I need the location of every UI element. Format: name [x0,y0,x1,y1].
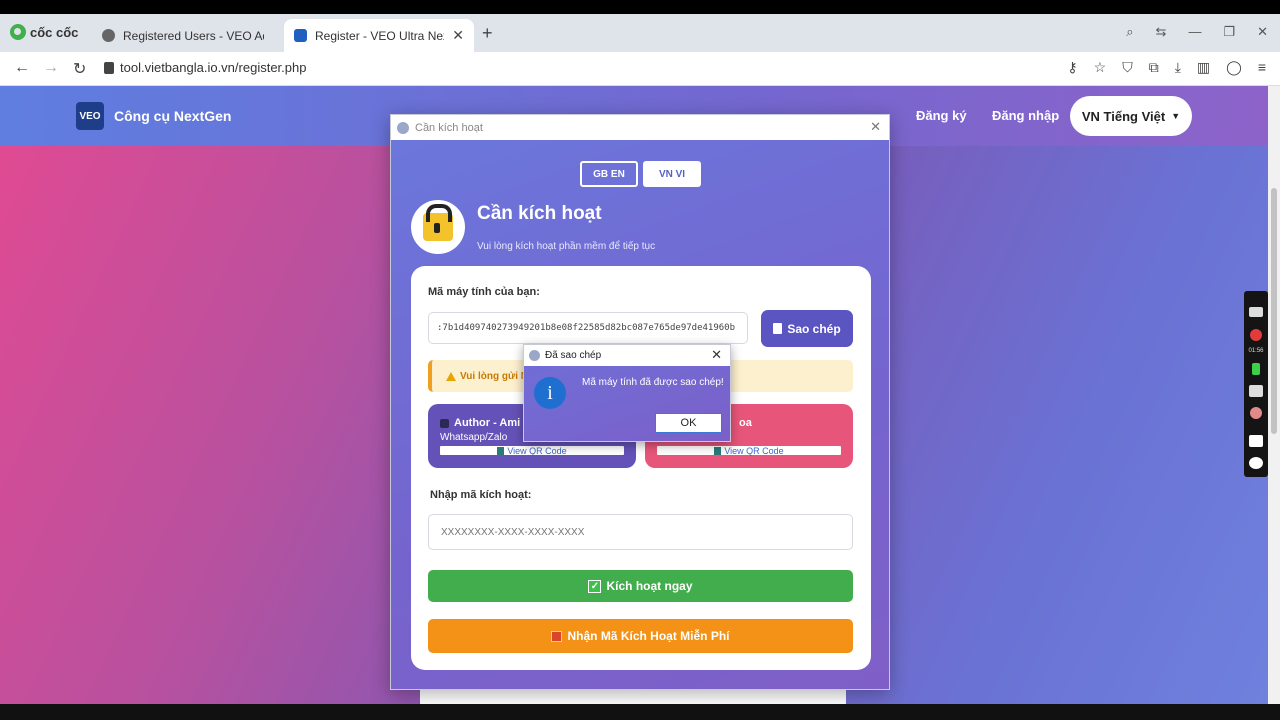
app-icon [397,121,409,134]
close-icon[interactable]: ✕ [711,347,722,363]
page-scrollbar[interactable] [1268,86,1280,704]
speaker-icon[interactable] [1249,385,1263,397]
coccoc-logo-icon [10,24,26,40]
clipboard-icon [773,323,783,334]
view-qr-button[interactable]: View QR Code [657,445,841,456]
activation-code-input[interactable] [428,514,853,550]
contact-icon [440,418,449,428]
forward-icon[interactable]: → [43,59,59,77]
close-tab-icon[interactable]: ✕ [452,27,464,44]
back-history-icon[interactable]: ⇆ [1156,24,1167,40]
machine-id-field[interactable]: :7b1d409740273949201b8e08f22585d82bc087e… [428,312,748,344]
browser-brand[interactable]: cốc cốc [10,24,78,40]
close-window-icon[interactable]: ✕ [1257,24,1268,40]
tab-title: Register - VEO Ultra NextGe [315,28,444,43]
activation-subheading: Vui lòng kích hoạt phần mềm để tiếp tục [477,241,656,252]
contact-name-text: Author - Ami [454,417,521,429]
view-qr-label: View QR Code [507,445,567,456]
tab-title: Registered Users - VEO Admin [123,28,264,43]
record-icon[interactable] [1250,329,1262,341]
screen-recorder-panel: 01:56 [1244,291,1268,477]
nav-login-link[interactable]: Đăng nhập [992,108,1059,123]
contact-sub: Whatsapp/Zalo [440,432,508,443]
restore-icon[interactable]: ❐ [1223,24,1235,40]
caret-down-icon: ▼ [1171,111,1181,121]
tab-strip: cốc cốc Registered Users - VEO Admin Reg… [0,14,1280,52]
qr-icon [497,446,505,455]
info-icon: i [534,377,566,409]
tab-registered-users[interactable]: Registered Users - VEO Admin [92,19,274,52]
lock-icon [423,204,453,241]
activate-button[interactable]: ✓ Kích hoạt ngay [428,570,853,602]
activation-code-label: Nhập mã kích hoạt: [430,489,532,501]
minimize-icon[interactable]: — [1188,24,1201,40]
key-icon[interactable]: ⚷ [1067,59,1077,76]
download-icon[interactable]: ⤓ [1175,59,1181,76]
language-select-button[interactable]: VN Tiếng Việt ▼ [1070,96,1192,136]
view-qr-label: View QR Code [724,445,784,456]
app-icon [529,350,540,361]
warning-icon [446,371,456,381]
view-qr-button[interactable]: View QR Code [440,445,624,456]
url-text: tool.vietbangla.io.vn/register.php [120,60,307,75]
sidebar-icon[interactable]: ▥ [1197,59,1210,76]
globe-icon [102,29,115,42]
dialog-message: Mã máy tính đã được sao chép! [582,377,724,388]
window-icon[interactable] [1249,435,1263,447]
dialog-title: Đã sao chép [545,350,602,361]
new-tab-icon[interactable]: + [482,23,493,44]
back-icon[interactable]: ← [14,59,30,77]
close-icon[interactable]: ✕ [870,119,881,135]
checkmark-icon: ✓ [588,579,602,593]
profile-icon[interactable]: ◯ [1226,59,1242,76]
scrollbar-thumb[interactable] [1271,188,1277,434]
webcam-icon[interactable] [1250,407,1262,419]
lang-en-button[interactable]: GB EN [580,161,638,187]
tab-register[interactable]: Register - VEO Ultra NextGe ✕ [284,19,474,52]
veo-favicon-icon [294,29,307,42]
contact-name: Author - Ami [440,417,520,429]
copied-dialog: Đã sao chép ✕ i Mã máy tính đã được sao … [523,344,731,442]
menu-icon[interactable]: ≡ [1258,59,1266,76]
recording-time: 01:56 [1248,348,1264,354]
qr-icon [714,446,722,455]
contact-name: oa [739,417,752,429]
copy-button-label: Sao chép [787,321,841,336]
address-toolbar: ← → ↻ tool.vietbangla.io.vn/register.php… [0,52,1280,86]
camera-icon[interactable] [1249,307,1263,317]
extensions-icon[interactable]: ⧉ [1149,59,1159,76]
activate-button-label: Kích hoạt ngay [606,579,693,593]
nav-register-link[interactable]: Đăng ký [916,108,967,123]
browser-brand-label: cốc cốc [30,24,79,40]
ok-button[interactable]: OK [655,413,722,433]
gear-icon[interactable] [1249,457,1263,469]
reload-icon[interactable]: ↻ [73,59,86,79]
search-tab-icon[interactable]: ⌕ [1126,24,1133,40]
free-code-button-label: Nhận Mã Kích Hoạt Miễn Phí [567,629,730,643]
star-icon[interactable]: ☆ [1094,59,1107,76]
language-label: VN Tiếng Việt [1081,108,1166,124]
activation-window-title: Cần kích hoạt [415,121,483,134]
free-code-button[interactable]: Nhận Mã Kích Hoạt Miễn Phí [428,619,853,653]
window-controls: ⌕ ⇆ — ❐ ✕ [1126,24,1268,40]
bottom-letterbox [0,704,1280,720]
machine-id-label: Mã máy tính của bạn: [428,286,540,298]
lang-vi-button[interactable]: VN VI [643,161,701,187]
microphone-icon[interactable] [1252,363,1260,375]
activation-heading: Cần kích hoạt [477,203,602,224]
lock-icon [104,61,114,74]
dialog-titlebar[interactable]: Đã sao chép ✕ [524,345,730,366]
screen: cốc cốc Registered Users - VEO Admin Reg… [0,14,1280,704]
address-bar[interactable]: tool.vietbangla.io.vn/register.php [104,60,306,75]
site-logo[interactable]: VEO [76,102,104,130]
toolbar-icons: ⚷ ☆ ⛉ ⧉ ⤓ ▥ ◯ ≡ [1067,59,1266,76]
shield-icon[interactable]: ⛉ [1122,59,1133,76]
copy-button[interactable]: Sao chép [761,310,853,347]
site-title[interactable]: Công cụ NextGen [114,108,231,124]
activation-titlebar[interactable]: Cần kích hoạt ✕ [391,115,889,140]
activation-card: Mã máy tính của bạn: :7b1d40974027394920… [411,266,871,670]
lock-avatar [411,200,465,254]
gift-icon [551,630,563,642]
